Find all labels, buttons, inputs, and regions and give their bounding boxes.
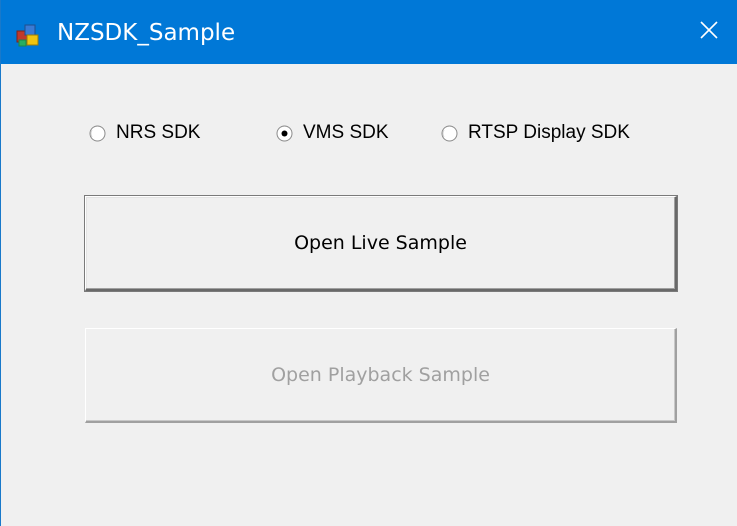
radio-label: RTSP Display SDK <box>468 122 630 143</box>
title-bar[interactable]: NZSDK_Sample <box>1 0 737 64</box>
client-area: NRS SDK VMS SDK RTSP Display SDK Open Li… <box>1 64 737 526</box>
radio-label: VMS SDK <box>303 122 389 143</box>
radio-nrs-sdk[interactable]: NRS SDK <box>89 120 200 146</box>
window-title: NZSDK_Sample <box>57 20 236 46</box>
radio-unchecked-icon[interactable] <box>89 125 106 142</box>
app-window-icon <box>15 22 41 48</box>
radio-vms-sdk[interactable]: VMS SDK <box>276 120 389 146</box>
close-icon <box>699 20 719 45</box>
open-live-sample-button[interactable]: Open Live Sample <box>84 195 678 292</box>
app-window: NZSDK_Sample NRS SDK VMS SDK RTSP Displa… <box>0 0 737 526</box>
radio-label: NRS SDK <box>116 122 201 143</box>
radio-unchecked-icon[interactable] <box>441 125 458 142</box>
close-button[interactable] <box>681 0 737 64</box>
open-playback-sample-button[interactable]: Open Playback Sample <box>85 328 677 423</box>
radio-checked-icon[interactable] <box>276 125 293 142</box>
radio-rtsp-display-sdk[interactable]: RTSP Display SDK <box>441 120 630 146</box>
